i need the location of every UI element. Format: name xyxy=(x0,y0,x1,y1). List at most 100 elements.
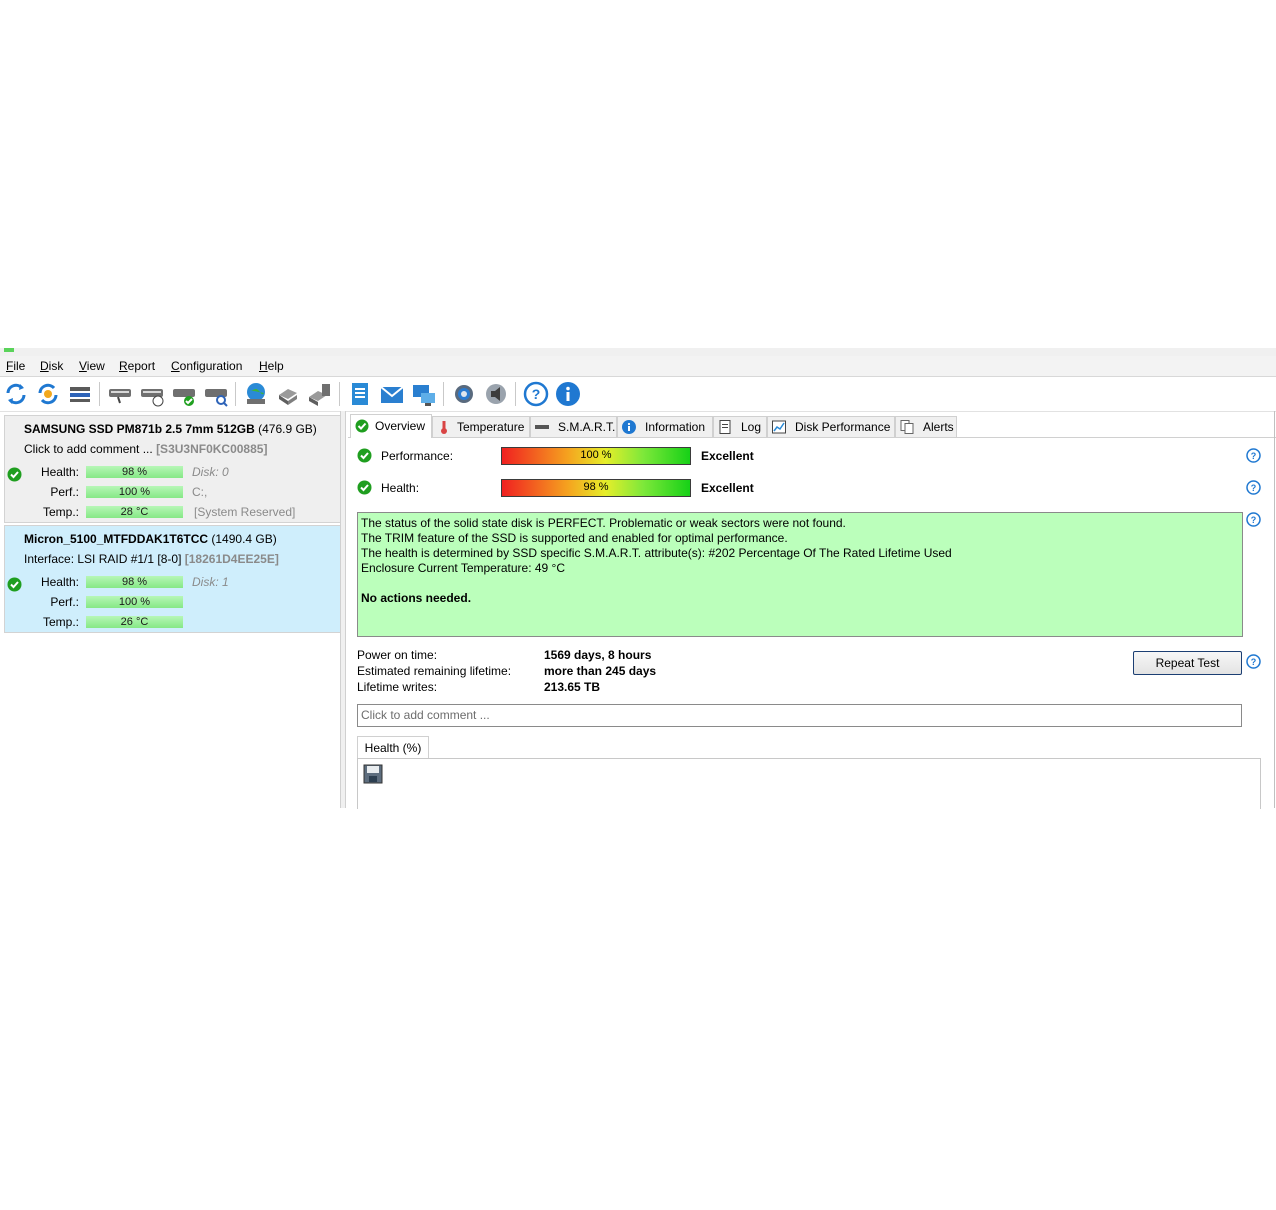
refresh-icon[interactable] xyxy=(3,381,29,407)
performance-bar: 100 % xyxy=(501,447,691,465)
perf-label: Perf.: xyxy=(50,485,79,499)
disk-list-icon[interactable] xyxy=(67,381,93,407)
extended-test-icon[interactable] xyxy=(139,381,165,407)
volume-label: [System Reserved] xyxy=(194,505,296,519)
tab-label: Information xyxy=(645,420,706,434)
temp-label: Temp.: xyxy=(42,615,79,629)
health-bar: 98 % xyxy=(86,576,183,588)
tab-overview[interactable]: Overview xyxy=(350,414,432,438)
tab-label: Log xyxy=(741,420,762,434)
health-chart-pane xyxy=(357,758,1261,809)
panel-splitter[interactable] xyxy=(340,411,346,808)
interface-label: Interface: LSI RAID #1/1 [8-0] xyxy=(24,552,182,566)
performance-value: 100 % xyxy=(580,449,612,461)
remaining-lifetime-value: more than 245 days xyxy=(544,664,657,678)
verify-test-icon[interactable] xyxy=(171,381,197,407)
tab-information[interactable]: Information xyxy=(617,416,713,437)
svg-text:?: ? xyxy=(1251,657,1257,667)
disk-model: Micron_5100_MTFDDAK1T6TCC xyxy=(24,532,209,546)
help-icon[interactable]: ? xyxy=(1246,448,1261,463)
tab-label: S.M.A.R.T. xyxy=(558,420,616,434)
temp-bar: 28 °C xyxy=(86,506,183,518)
menu-bar: File Disk View Report Configuration Help xyxy=(0,356,1276,377)
save-icon[interactable] xyxy=(363,764,383,784)
hard-disk-sentinel-window: File Disk View Report Configuration Help… xyxy=(0,348,1276,809)
disk-size: (476.9 GB) xyxy=(258,422,317,436)
health-label: Health: xyxy=(40,465,79,479)
title-accent xyxy=(4,348,14,352)
health-bar: 98 % xyxy=(501,479,691,497)
perf-label: Perf.: xyxy=(50,595,79,609)
svg-text:?: ? xyxy=(1251,451,1257,461)
help-icon[interactable]: ? xyxy=(1246,512,1261,527)
svg-text:?: ? xyxy=(532,386,541,402)
comment-input[interactable]: Click to add comment ... xyxy=(357,704,1242,727)
disk-info-icon[interactable] xyxy=(275,381,301,407)
disk-number: Disk: 0 xyxy=(192,465,229,479)
menu-file[interactable]: File xyxy=(6,359,25,373)
title-strip xyxy=(0,348,1276,356)
tab-health-chart[interactable]: Health (%) xyxy=(357,736,429,759)
svg-text:?: ? xyxy=(1251,483,1257,493)
toolbar-separator xyxy=(99,382,100,406)
panel-border xyxy=(1274,411,1275,808)
disk-list-panel: SAMSUNG SSD PM871b 2.5 7mm 512GB (476.9 … xyxy=(4,415,341,808)
alerts-icon xyxy=(900,420,914,434)
refresh-selected-icon[interactable] xyxy=(35,381,61,407)
disk-name: SAMSUNG SSD PM871b 2.5 7mm 512GB (476.9 … xyxy=(24,422,317,436)
menu-report[interactable]: Report xyxy=(119,359,155,373)
disk-model: SAMSUNG SSD PM871b 2.5 7mm 512GB xyxy=(24,422,255,436)
perf-bar: 100 % xyxy=(86,486,183,498)
about-icon[interactable] xyxy=(555,381,581,407)
check-icon xyxy=(355,419,369,433)
tab-disk-performance[interactable]: Disk Performance xyxy=(767,416,895,437)
disk-number: Disk: 1 xyxy=(192,575,229,589)
tab-alerts[interactable]: Alerts xyxy=(895,416,957,437)
menu-configuration[interactable]: Configuration xyxy=(171,359,242,373)
tab-temperature[interactable]: Temperature xyxy=(432,416,530,437)
disk-entry-selected[interactable]: Micron_5100_MTFDDAK1T6TCC (1490.4 GB) In… xyxy=(4,525,341,633)
disk-scan-icon[interactable] xyxy=(203,381,229,407)
status-text-box: The status of the solid state disk is PE… xyxy=(357,512,1243,637)
disk-icon xyxy=(535,425,549,429)
temp-label: Temp.: xyxy=(42,505,79,519)
settings-icon[interactable] xyxy=(451,381,477,407)
report-icon[interactable] xyxy=(347,381,373,407)
status-line: The health is determined by SSD specific… xyxy=(361,546,952,560)
network-icon[interactable] xyxy=(411,381,437,407)
performance-rating: Excellent xyxy=(701,449,754,463)
comment-label: Click to add comment ... xyxy=(24,442,153,456)
tab-log[interactable]: Log xyxy=(713,416,767,437)
tab-label: Temperature xyxy=(457,420,525,434)
disk-size: (1490.4 GB) xyxy=(211,532,277,546)
perf-bar: 100 % xyxy=(86,596,183,608)
menu-help[interactable]: Help xyxy=(259,359,284,373)
internet-icon[interactable] xyxy=(243,381,269,407)
remaining-lifetime-label: Estimated remaining lifetime: xyxy=(357,664,512,678)
tab-smart[interactable]: S.M.A.R.T. xyxy=(530,416,617,437)
short-test-icon[interactable] xyxy=(107,381,133,407)
log-icon xyxy=(719,420,731,434)
disk-interface: Interface: LSI RAID #1/1 [8-0] [18261D4E… xyxy=(24,552,279,566)
disk-copy-icon[interactable] xyxy=(307,381,333,407)
performance-label: Performance: xyxy=(381,449,454,463)
comment-placeholder: Click to add comment ... xyxy=(361,708,490,722)
power-on-label: Power on time: xyxy=(357,648,438,662)
disk-comment[interactable]: Click to add comment ... [S3U3NF0KC00885… xyxy=(24,442,267,456)
email-icon[interactable] xyxy=(379,381,405,407)
health-label: Health: xyxy=(381,481,420,495)
disk-entry[interactable]: SAMSUNG SSD PM871b 2.5 7mm 512GB (476.9 … xyxy=(4,415,341,523)
sound-icon[interactable] xyxy=(483,381,509,407)
menu-view[interactable]: View xyxy=(79,359,105,373)
menu-disk[interactable]: Disk xyxy=(40,359,63,373)
health-rating: Excellent xyxy=(701,481,754,495)
help-icon[interactable]: ? xyxy=(1246,654,1261,669)
status-line: The TRIM feature of the SSD is supported… xyxy=(361,531,788,545)
help-icon[interactable]: ? xyxy=(523,381,549,407)
repeat-test-button[interactable]: Repeat Test xyxy=(1133,651,1242,675)
drive-letters: C:, xyxy=(192,485,208,499)
tab-bar: Overview Temperature S.M.A.R.T. Informat… xyxy=(348,414,1276,438)
disk-name: Micron_5100_MTFDDAK1T6TCC (1490.4 GB) xyxy=(24,532,277,546)
help-icon[interactable]: ? xyxy=(1246,480,1261,495)
lifetime-writes-value: 213.65 TB xyxy=(544,680,601,694)
